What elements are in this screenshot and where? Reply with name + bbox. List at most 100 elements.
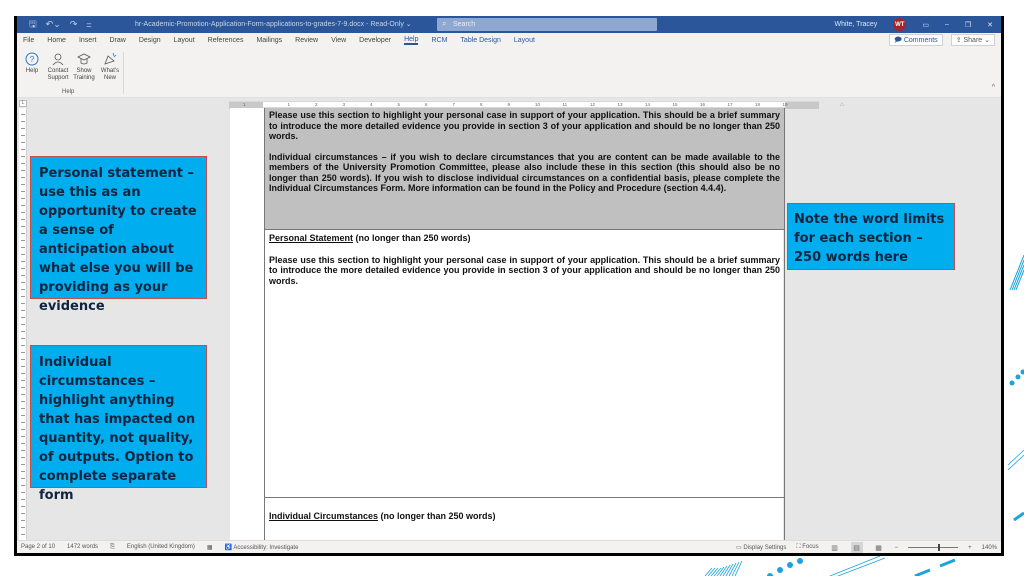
ruler-tick	[21, 366, 25, 367]
share-button[interactable]: ⇪ Share ⌄	[950, 34, 995, 46]
ruler-tick	[21, 205, 25, 206]
guidance-cell[interactable]: Please use this section to highlight you…	[265, 108, 784, 230]
contact-support-button[interactable]: Contact Support	[47, 52, 69, 82]
ruler-tick	[21, 464, 25, 465]
show-training-icon	[77, 53, 91, 65]
tab-rcm[interactable]: RCM	[431, 37, 447, 44]
search-icon: ⌕	[442, 19, 447, 28]
web-layout-button[interactable]: ▦	[873, 542, 885, 553]
horizontal-ruler[interactable]: 1 1 2 3 4 5 6 7 8 9 10 11 12 13 14 15 16 17 18 19	[229, 101, 819, 109]
accessibility-status[interactable]: ♿ Accessibility: Investigate	[225, 544, 299, 551]
ruler-number: 16	[700, 102, 706, 107]
ruler-number: 2	[315, 102, 318, 107]
predictions-icon[interactable]: ▦	[207, 544, 213, 551]
proofing-icon[interactable]: ⎘	[110, 544, 115, 551]
zoom-in-button[interactable]: +	[968, 545, 972, 551]
ruler-number: 3	[342, 102, 346, 107]
vertical-ruler[interactable]	[19, 108, 27, 540]
print-layout-button[interactable]: ▤	[850, 542, 863, 553]
tab-insert[interactable]: Insert	[79, 37, 97, 44]
ruler-number: 8	[480, 102, 483, 107]
zoom-level[interactable]: 140%	[982, 545, 997, 551]
tab-table-design[interactable]: Table Design	[460, 37, 500, 44]
whats-new-button[interactable]: What's New	[99, 52, 121, 82]
language-indicator[interactable]: English (United Kingdom)	[127, 544, 195, 550]
display-settings-button[interactable]: ▭ Display Settings	[736, 544, 786, 551]
avatar[interactable]: WT	[893, 18, 907, 31]
individual-circumstances-cell[interactable]: Individual Circumstances (no longer than…	[265, 498, 784, 542]
guidance-paragraph-1: Please use this section to highlight you…	[269, 110, 780, 141]
tab-view[interactable]: View	[331, 37, 346, 44]
restore-icon[interactable]: ❐	[965, 21, 971, 29]
ruler-tick	[21, 310, 25, 311]
close-icon[interactable]: ✕	[987, 21, 993, 29]
application-table: Please use this section to highlight you…	[264, 108, 785, 542]
ruler-tick	[21, 282, 25, 283]
ruler-tick	[21, 401, 25, 402]
tab-layout[interactable]: Layout	[174, 37, 195, 44]
accessibility-label: Accessibility: Investigate	[233, 544, 299, 551]
ruler-tick	[21, 534, 25, 535]
show-training-button[interactable]: Show Training	[73, 52, 95, 82]
web-layout-icon: ▦	[875, 544, 882, 552]
ruler-tick	[21, 177, 25, 178]
callout-personal-statement-text: Personal statement – use this as an oppo…	[39, 166, 197, 314]
tab-table-layout[interactable]: Layout	[514, 37, 535, 44]
ruler-tick	[21, 373, 25, 374]
tab-help[interactable]: Help	[404, 36, 419, 45]
tab-design[interactable]: Design	[139, 37, 161, 44]
ruler-tick	[21, 457, 25, 458]
ruler-tick	[21, 380, 25, 381]
undo-icon[interactable]: ↶⌄	[46, 19, 61, 30]
tab-file[interactable]: File	[23, 37, 34, 44]
ruler-tick	[21, 198, 25, 199]
collapse-ribbon-icon[interactable]: ^	[992, 84, 995, 91]
tab-home[interactable]: Home	[47, 37, 66, 44]
tab-selector[interactable]: L	[19, 100, 27, 107]
personal-statement-limit: (no longer than 250 words)	[353, 233, 471, 243]
double-line-right	[1007, 449, 1024, 471]
customize-toolbar-icon[interactable]: =	[86, 20, 91, 30]
ruler-tick	[21, 387, 25, 388]
read-mode-button[interactable]: ▥	[829, 542, 841, 553]
help-button[interactable]: ? Help	[21, 52, 43, 82]
ribbon-display-options-icon[interactable]: ▭	[922, 21, 929, 29]
ruler-tick	[21, 443, 25, 444]
ruler-number: 11	[562, 102, 568, 107]
comments-label: Comments	[903, 37, 938, 44]
ruler-tick	[21, 492, 25, 493]
save-icon[interactable]: 🖫	[29, 17, 37, 33]
document-title[interactable]: hr-Academic-Promotion-Application-Form-a…	[135, 20, 412, 28]
chevron-down-icon: ⌄	[982, 37, 990, 44]
search-placeholder: Search	[453, 21, 476, 28]
ruler-number: 7	[452, 102, 456, 107]
callout-word-limits-text: Note the word limits for each section – …	[794, 212, 945, 265]
tab-review[interactable]: Review	[295, 37, 318, 44]
focus-button[interactable]: ⛶ Focus	[796, 544, 818, 551]
user-name[interactable]: White, Tracey	[835, 21, 878, 28]
callout-individual-circumstances-text: Individual circumstances – highlight any…	[39, 355, 196, 503]
document-page[interactable]: Please use this section to highlight you…	[230, 108, 785, 542]
tab-developer[interactable]: Developer	[359, 37, 391, 44]
redo-icon[interactable]: ↷	[70, 19, 78, 30]
ruler-tick	[21, 478, 25, 479]
zoom-slider[interactable]	[908, 543, 959, 552]
zoom-slider-thumb[interactable]	[937, 544, 940, 551]
minimize-icon[interactable]: –	[945, 21, 949, 28]
ruler-tick	[21, 149, 25, 150]
individual-circumstances-limit: (no longer than 250 words)	[378, 511, 496, 521]
comments-button[interactable]: 🗩 Comments	[889, 34, 943, 46]
zoom-out-button[interactable]: −	[895, 545, 899, 551]
ruler-number: 15	[672, 102, 678, 107]
word-count[interactable]: 1472 words	[67, 544, 98, 550]
whats-new-icon	[104, 52, 117, 65]
tab-references[interactable]: References	[208, 37, 244, 44]
tab-draw[interactable]: Draw	[109, 37, 125, 44]
personal-statement-cell[interactable]: Personal Statement (no longer than 250 w…	[265, 230, 784, 498]
ruler-number: 1	[287, 102, 291, 107]
share-icon: ⇪	[955, 37, 964, 44]
hatched-stripe-right	[1009, 254, 1024, 291]
page-indicator[interactable]: Page 2 of 10	[21, 544, 55, 550]
tab-mailings[interactable]: Mailings	[256, 37, 282, 44]
search-box[interactable]: ⌕ Search	[437, 18, 657, 31]
